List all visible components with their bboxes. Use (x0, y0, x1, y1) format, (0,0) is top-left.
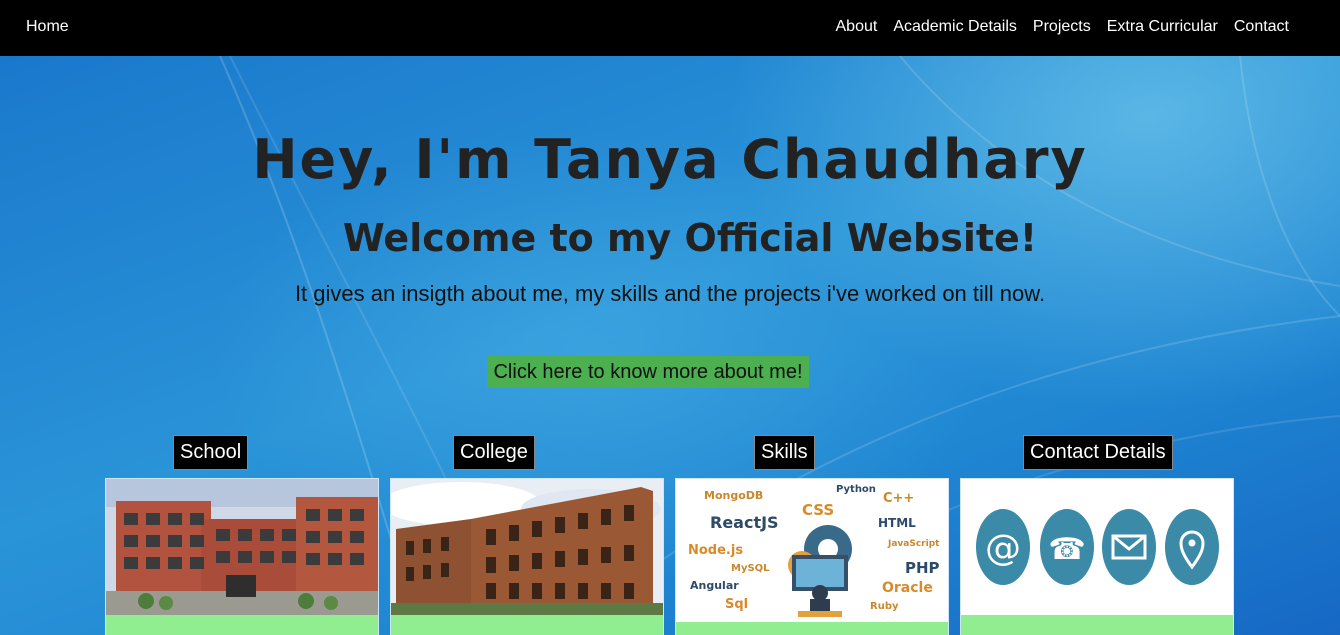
skills-label: Skills (754, 435, 815, 470)
college-building-photo (391, 479, 663, 615)
contact-details-card[interactable]: @ ☎ (960, 478, 1234, 635)
nav-links: About Academic Details Projects Extra Cu… (836, 18, 1290, 36)
skill-mongodb: MongoDB (704, 489, 764, 502)
location-pin-icon (1165, 509, 1219, 585)
skill-mysql: MySQL (731, 563, 770, 574)
skill-oracle: Oracle (882, 580, 933, 596)
skill-sql: Sql (725, 597, 749, 612)
skills-card[interactable]: MongoDB Python C++ CSS ReactJS HTML Java… (675, 478, 949, 635)
nav-link-extra-curricular[interactable]: Extra Curricular (1107, 18, 1218, 36)
college-card[interactable] (390, 478, 664, 635)
school-card[interactable] (105, 478, 379, 635)
school-label: School (173, 435, 249, 470)
contact-details-label: Contact Details (1023, 435, 1173, 470)
nav-link-contact[interactable]: Contact (1234, 18, 1289, 36)
contact-icons: @ ☎ (961, 479, 1233, 615)
skill-cpp: C++ (883, 491, 915, 506)
hero-tagline: It gives an insigth about me, my skills … (294, 281, 1046, 306)
college-label: College (453, 435, 535, 470)
skill-html: HTML (878, 516, 916, 530)
skill-css: CSS (802, 501, 835, 519)
mail-icon (1102, 509, 1156, 585)
top-navbar: Home About Academic Details Projects Ext… (0, 0, 1340, 56)
nav-link-about[interactable]: About (836, 18, 878, 36)
skill-javascript: JavaScript (888, 539, 940, 549)
skill-nodejs: Node.js (688, 543, 744, 558)
nav-link-academic-details[interactable]: Academic Details (893, 18, 1017, 36)
developer-gear-icon (788, 525, 852, 617)
nav-home-link[interactable]: Home (26, 18, 69, 36)
skill-angular: Angular (690, 579, 739, 592)
skill-python: Python (836, 484, 876, 495)
know-more-button[interactable]: Click here to know more about me! (487, 356, 809, 388)
nav-link-projects[interactable]: Projects (1033, 18, 1091, 36)
hero-subtitle: Welcome to my Official Website! (342, 216, 1038, 260)
skills-collage: MongoDB Python C++ CSS ReactJS HTML Java… (676, 479, 948, 622)
skill-php: PHP (905, 559, 940, 577)
school-building-photo (106, 479, 378, 615)
hero-section: Hey, I'm Tanya Chaudhary Welcome to my O… (0, 56, 1340, 635)
svg-text:☎: ☎ (1048, 532, 1085, 567)
svg-text:@: @ (985, 528, 1021, 569)
hero-title: Hey, I'm Tanya Chaudhary (252, 128, 1088, 191)
